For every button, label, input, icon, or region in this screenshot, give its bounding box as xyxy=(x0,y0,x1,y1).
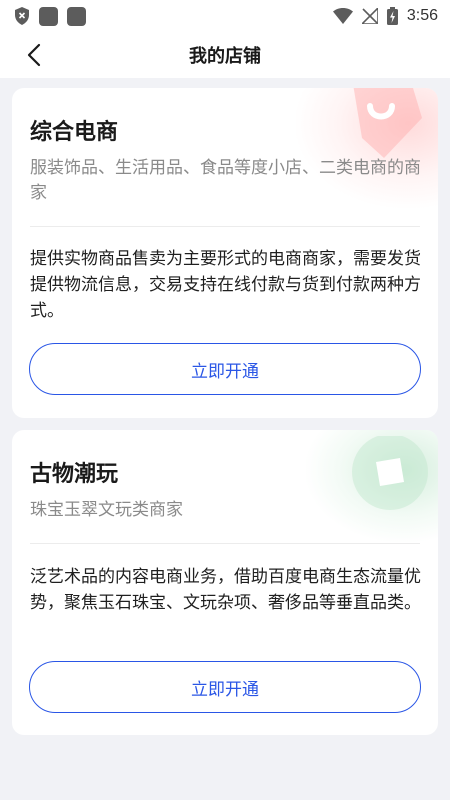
chevron-left-icon xyxy=(27,43,41,67)
card-title: 综合电商 xyxy=(30,120,119,145)
card-subtitle: 服装饰品、生活用品、食品等度小店、二类电商的商家 xyxy=(30,158,421,203)
battery-charging-icon xyxy=(386,7,398,25)
shopping-bag-icon xyxy=(353,88,422,158)
shield-x-icon xyxy=(15,7,29,25)
card-description: 提供实物商品售卖为主要形式的电商商家，需要发货提供物流信息，交易支持在线付款与货… xyxy=(30,249,421,321)
divider xyxy=(30,226,420,227)
card-description: 泛艺术品的内容电商业务，借助百度电商生态流量优势，聚焦玉石珠宝、文玩杂项、奢侈品… xyxy=(30,567,421,613)
open-now-button[interactable]: 立即开通 xyxy=(29,661,421,713)
nav-bar: 我的店铺 xyxy=(0,32,450,78)
app-icon xyxy=(67,6,86,26)
card-title: 古物潮玩 xyxy=(30,462,119,487)
back-button[interactable] xyxy=(20,41,48,69)
store-type-card-antiques: 古物潮玩 珠宝玉翠文玩类商家 泛艺术品的内容电商业务，借助百度电商生态流量优势，… xyxy=(12,430,438,735)
status-bar: 3:56 xyxy=(0,0,450,32)
wifi-icon xyxy=(332,8,353,24)
card-subtitle: 珠宝玉翠文玩类商家 xyxy=(30,500,183,520)
store-type-card-ecommerce: 综合电商 服装饰品、生活用品、食品等度小店、二类电商的商家 提供实物商品售卖为主… xyxy=(12,88,438,418)
open-now-button[interactable]: 立即开通 xyxy=(29,343,421,395)
app-icon xyxy=(39,6,58,26)
page-title: 我的店铺 xyxy=(189,46,261,67)
clock: 3:56 xyxy=(406,7,438,24)
no-signal-icon xyxy=(361,8,378,24)
divider xyxy=(30,543,420,544)
